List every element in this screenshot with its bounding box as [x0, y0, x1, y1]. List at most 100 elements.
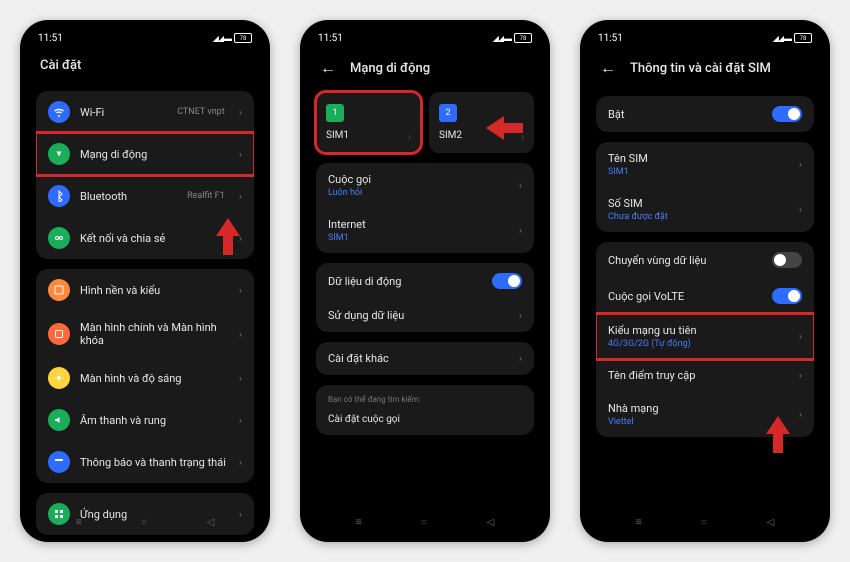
chevron-right-icon: ›	[519, 179, 522, 192]
page-title: Cài đặt	[26, 50, 264, 81]
nav-bar[interactable]: ≡○◁	[26, 513, 264, 532]
enable-sim-row[interactable]: Bật	[596, 96, 814, 132]
row-label: Mạng di động	[80, 148, 229, 161]
settings-row[interactable]: Tên điểm truy cập ›	[596, 359, 814, 392]
settings-row[interactable]: Chuyển vùng dữ liệu	[596, 242, 814, 278]
nav-bar[interactable]: ≡○◁	[306, 513, 544, 532]
settings-row[interactable]: Sử dụng dữ liệu ›	[316, 299, 534, 332]
sim-info-group: Tên SIMSIM1›Số SIMChưa được đặt›	[596, 142, 814, 232]
sim-badge: 2	[439, 104, 457, 122]
settings-row[interactable]: Thông báo và thanh trạng thái ›	[36, 441, 254, 483]
settings-row[interactable]: Dữ liệu di động	[316, 263, 534, 299]
battery-icon: 78	[794, 33, 812, 43]
home-icon	[48, 323, 70, 345]
chevron-right-icon: ›	[239, 328, 242, 341]
settings-row[interactable]: Màn hình chính và Màn hình khóa ›	[36, 311, 254, 357]
annotation-arrow-icon	[216, 218, 240, 236]
settings-row[interactable]: BluetoothRealfit F1›	[36, 175, 254, 217]
notch	[660, 26, 750, 42]
row-label: Tên điểm truy cập	[608, 369, 789, 382]
chevron-right-icon: ›	[239, 372, 242, 385]
row-label: Internet	[328, 218, 509, 231]
chevron-right-icon: ›	[799, 203, 802, 216]
settings-row[interactable]: Mạng di động›	[36, 133, 254, 175]
data-group: Dữ liệu di động Sử dụng dữ liệu ›	[316, 263, 534, 332]
row-label: Màn hình chính và Màn hình khóa	[80, 321, 229, 347]
nav-bar[interactable]: ≡○◁	[586, 513, 824, 532]
phone-frame-3: 11:51 ◢◢ ▬ 78 ← Thông tin và cài đặt SIM…	[580, 20, 830, 542]
chevron-right-icon: ›	[799, 330, 802, 343]
settings-row[interactable]: Màn hình và độ sáng ›	[36, 357, 254, 399]
annotation-arrow-icon	[766, 416, 790, 434]
wall-icon	[48, 279, 70, 301]
toggle-switch[interactable]	[772, 106, 802, 122]
row-value: Luôn hỏi	[328, 188, 509, 198]
row-label: Số SIM	[608, 197, 789, 210]
other-settings[interactable]: Cài đặt khác›	[316, 342, 534, 375]
row-label: Dữ liệu di động	[328, 275, 482, 288]
battery-icon: 78	[514, 33, 532, 43]
toggle-switch[interactable]	[772, 288, 802, 304]
row-value: SIM1	[328, 233, 509, 243]
row-label: Nhà mạng	[608, 402, 789, 415]
row-value: Viettel	[608, 417, 789, 427]
bt-icon	[48, 185, 70, 207]
chevron-right-icon: ›	[239, 190, 242, 203]
back-icon[interactable]: ←	[600, 58, 616, 78]
row-label: Cuộc gọi	[328, 173, 509, 186]
settings-row[interactable]: Wi-Fi CTNET vnpt ›	[36, 91, 254, 133]
wifi-icon	[48, 101, 70, 123]
settings-row[interactable]: Internet SIM1 ›	[316, 208, 534, 253]
chevron-right-icon: ›	[799, 158, 802, 171]
row-label: Sử dụng dữ liệu	[328, 309, 509, 322]
settings-row[interactable]: Cuộc gọi Luôn hỏi ›	[316, 163, 534, 208]
settings-row[interactable]: Số SIMChưa được đặt›	[596, 187, 814, 232]
row-label: Kiểu mạng ưu tiên	[608, 324, 789, 337]
chevron-right-icon: ›	[519, 352, 522, 365]
row-label: Chuyển vùng dữ liệu	[608, 254, 762, 267]
sim-badge: 1	[326, 104, 344, 122]
page-title: Mạng di động	[350, 61, 430, 76]
row-label: Wi-Fi	[80, 106, 167, 119]
row-value: 4G/3G/2G (Tự động)	[608, 339, 789, 349]
chevron-right-icon: ›	[519, 224, 522, 237]
hint-item[interactable]: Cài đặt cuộc gọi	[316, 408, 534, 435]
chevron-right-icon: ›	[799, 369, 802, 382]
search-hint: Bạn có thể đang tìm kiếm: Cài đặt cuộc g…	[316, 385, 534, 435]
row-label: Âm thanh và rung	[80, 414, 229, 427]
chevron-right-icon: ›	[239, 456, 242, 469]
notif-icon	[48, 451, 70, 473]
row-label: Kết nối và chia sẻ	[80, 232, 229, 245]
sim-options-group: Chuyển vùng dữ liệuCuộc gọi VoLTEKiểu mạ…	[596, 242, 814, 437]
chevron-right-icon: ›	[521, 132, 524, 143]
page-header: ← Thông tin và cài đặt SIM	[586, 50, 824, 86]
toggle-switch[interactable]	[492, 273, 522, 289]
settings-row[interactable]: Âm thanh và rung›	[36, 399, 254, 441]
settings-row[interactable]: Tên SIMSIM1›	[596, 142, 814, 187]
row-label: Thông báo và thanh trạng thái	[80, 456, 229, 469]
chevron-right-icon: ›	[239, 106, 242, 119]
settings-row[interactable]: Cuộc gọi VoLTE	[596, 278, 814, 314]
row-label: Tên SIM	[608, 152, 789, 165]
sun-icon	[48, 367, 70, 389]
status-time: 11:51	[598, 33, 623, 44]
status-time: 11:51	[38, 33, 63, 44]
settings-row[interactable]: Kiểu mạng ưu tiên 4G/3G/2G (Tự động) ›	[596, 314, 814, 359]
sim-card[interactable]: 1 SIM1 ›	[316, 92, 421, 153]
signal-icons: ◢◢ ▬	[493, 34, 511, 43]
sound-icon	[48, 409, 70, 431]
settings-row[interactable]: Hình nền và kiểu›	[36, 269, 254, 311]
notch	[100, 26, 190, 42]
chevron-right-icon: ›	[519, 309, 522, 322]
notch	[380, 26, 470, 42]
back-icon[interactable]: ←	[320, 58, 336, 78]
row-label: Bluetooth	[80, 190, 177, 203]
row-label: Màn hình và độ sáng	[80, 372, 229, 385]
page-header: ← Mạng di động	[306, 50, 544, 86]
signal-icons: ◢◢ ▬	[773, 34, 791, 43]
row-label: Hình nền và kiểu	[80, 284, 229, 297]
row-value: CTNET vnpt	[177, 107, 224, 117]
link-icon	[48, 227, 70, 249]
chevron-right-icon: ›	[408, 132, 411, 143]
toggle-switch[interactable]	[772, 252, 802, 268]
